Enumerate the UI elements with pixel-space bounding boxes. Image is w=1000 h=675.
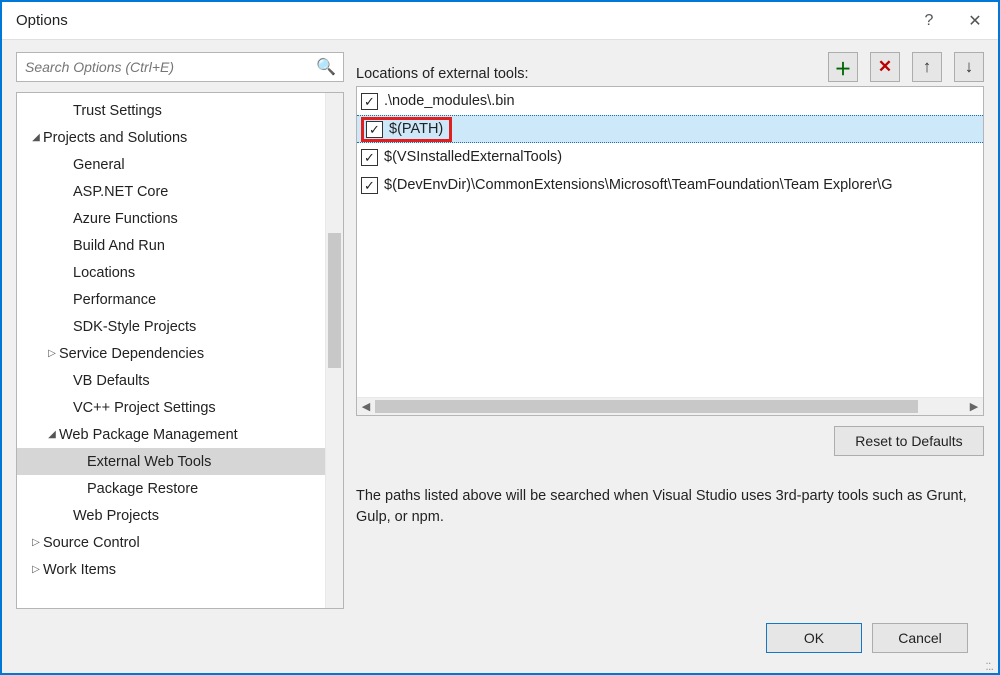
tree-item-label: Web Package Management: [59, 427, 238, 443]
tree-item-label: VC++ Project Settings: [73, 400, 216, 416]
tree-item-label: Package Restore: [87, 481, 198, 497]
tree-item-label: Source Control: [43, 535, 140, 551]
tree-item[interactable]: Performance: [17, 286, 325, 313]
footer: OK Cancel: [16, 609, 984, 659]
tree-item-label: Performance: [73, 292, 156, 308]
tree-item[interactable]: ◢Web Package Management: [17, 421, 325, 448]
tree-item-label: ASP.NET Core: [73, 184, 168, 200]
checkbox[interactable]: ✓: [361, 177, 378, 194]
tree-item[interactable]: Locations: [17, 259, 325, 286]
titlebar: Options ? ✕: [2, 2, 998, 40]
tree-item-label: SDK-Style Projects: [73, 319, 196, 335]
locations-list: ✓.\node_modules\.bin✓$(PATH)✓$(VSInstall…: [356, 86, 984, 416]
right-header: Locations of external tools: ＋ ✕ ↑ ↓: [356, 52, 984, 82]
list-item-text: $(VSInstalledExternalTools): [384, 149, 562, 165]
tree-body[interactable]: Trust Settings◢Projects and SolutionsGen…: [17, 93, 325, 608]
list-item[interactable]: ✓ $(PATH): [357, 115, 983, 143]
tree-scroll-thumb[interactable]: [328, 233, 341, 368]
search-input[interactable]: [16, 52, 344, 82]
hscroll-left-icon[interactable]: ◀: [357, 400, 375, 413]
hscroll-right-icon[interactable]: ▶: [965, 400, 983, 413]
expand-icon[interactable]: ◢: [29, 132, 43, 143]
tree-item-label: Service Dependencies: [59, 346, 204, 362]
hscroll-track[interactable]: [375, 398, 965, 415]
tree-item-label: Work Items: [43, 562, 116, 578]
hscroll-thumb[interactable]: [375, 400, 918, 413]
resize-grip-icon[interactable]: . .. . .: [985, 657, 992, 669]
left-column: 🔍 Trust Settings◢Projects and SolutionsG…: [16, 52, 344, 609]
tree-item[interactable]: Azure Functions: [17, 205, 325, 232]
list-item[interactable]: ✓ $(VSInstalledExternalTools): [357, 143, 983, 171]
reset-row: Reset to Defaults: [356, 426, 984, 456]
tree-item-label: General: [73, 157, 125, 173]
tree-item-label: Locations: [73, 265, 135, 281]
tree-item[interactable]: Trust Settings: [17, 97, 325, 124]
checkbox[interactable]: ✓: [361, 93, 378, 110]
window-title: Options: [16, 12, 906, 29]
help-button[interactable]: ?: [906, 2, 952, 40]
options-dialog: Options ? ✕ 🔍 Trust Settings◢Projects an…: [0, 0, 1000, 675]
tree-item[interactable]: ◢Projects and Solutions: [17, 124, 325, 151]
move-down-button[interactable]: ↓: [954, 52, 984, 82]
expand-icon[interactable]: ▷: [29, 564, 43, 575]
tree-item[interactable]: ▷Source Control: [17, 529, 325, 556]
checkbox[interactable]: ✓: [366, 121, 383, 138]
tree-item[interactable]: VB Defaults: [17, 367, 325, 394]
tree-item[interactable]: ▷Service Dependencies: [17, 340, 325, 367]
tree-item[interactable]: ASP.NET Core: [17, 178, 325, 205]
expand-icon[interactable]: ▷: [45, 348, 59, 359]
right-column: Locations of external tools: ＋ ✕ ↑ ↓ ✓.\…: [356, 52, 984, 609]
tree-item[interactable]: VC++ Project Settings: [17, 394, 325, 421]
move-up-button[interactable]: ↑: [912, 52, 942, 82]
tree-item-label: VB Defaults: [73, 373, 150, 389]
ok-button[interactable]: OK: [766, 623, 862, 653]
add-button[interactable]: ＋: [828, 52, 858, 82]
list-item-text: .\node_modules\.bin: [384, 93, 515, 109]
dialog-body: 🔍 Trust Settings◢Projects and SolutionsG…: [2, 40, 998, 673]
tree-item-label: Trust Settings: [73, 103, 162, 119]
tree-item[interactable]: General: [17, 151, 325, 178]
expand-icon[interactable]: ◢: [45, 429, 59, 440]
tree-scrollbar[interactable]: [325, 93, 343, 608]
tree-item-label: Azure Functions: [73, 211, 178, 227]
list-hscroll[interactable]: ◀ ▶: [357, 397, 983, 415]
tree-item[interactable]: Build And Run: [17, 232, 325, 259]
expand-icon[interactable]: ▷: [29, 537, 43, 548]
tree-item[interactable]: Web Projects: [17, 502, 325, 529]
tree-item[interactable]: Package Restore: [17, 475, 325, 502]
tree-item-label: Build And Run: [73, 238, 165, 254]
list-item-text: $(DevEnvDir)\CommonExtensions\Microsoft\…: [384, 177, 893, 193]
hint-text: The paths listed above will be searched …: [356, 486, 984, 528]
tree-item-label: External Web Tools: [87, 454, 211, 470]
highlight-box: ✓ $(PATH): [361, 117, 452, 142]
search-icon[interactable]: 🔍: [316, 57, 336, 77]
list-item[interactable]: ✓ .\node_modules\.bin: [357, 87, 983, 115]
list-item-text: $(PATH): [389, 121, 443, 137]
tree-item[interactable]: External Web Tools: [17, 448, 325, 475]
tree-item[interactable]: ▷Work Items: [17, 556, 325, 583]
reset-defaults-button[interactable]: Reset to Defaults: [834, 426, 984, 456]
list-body[interactable]: ✓.\node_modules\.bin✓$(PATH)✓$(VSInstall…: [357, 87, 983, 397]
close-button[interactable]: ✕: [952, 2, 998, 40]
cancel-button[interactable]: Cancel: [872, 623, 968, 653]
search-row: 🔍: [16, 52, 344, 82]
tree-item-label: Projects and Solutions: [43, 130, 187, 146]
locations-label: Locations of external tools:: [356, 66, 816, 82]
tree-item[interactable]: SDK-Style Projects: [17, 313, 325, 340]
category-tree: Trust Settings◢Projects and SolutionsGen…: [16, 92, 344, 609]
checkbox[interactable]: ✓: [361, 149, 378, 166]
tree-item-label: Web Projects: [73, 508, 159, 524]
upper-area: 🔍 Trust Settings◢Projects and SolutionsG…: [16, 52, 984, 609]
delete-button[interactable]: ✕: [870, 52, 900, 82]
list-item[interactable]: ✓ $(DevEnvDir)\CommonExtensions\Microsoft…: [357, 171, 983, 199]
